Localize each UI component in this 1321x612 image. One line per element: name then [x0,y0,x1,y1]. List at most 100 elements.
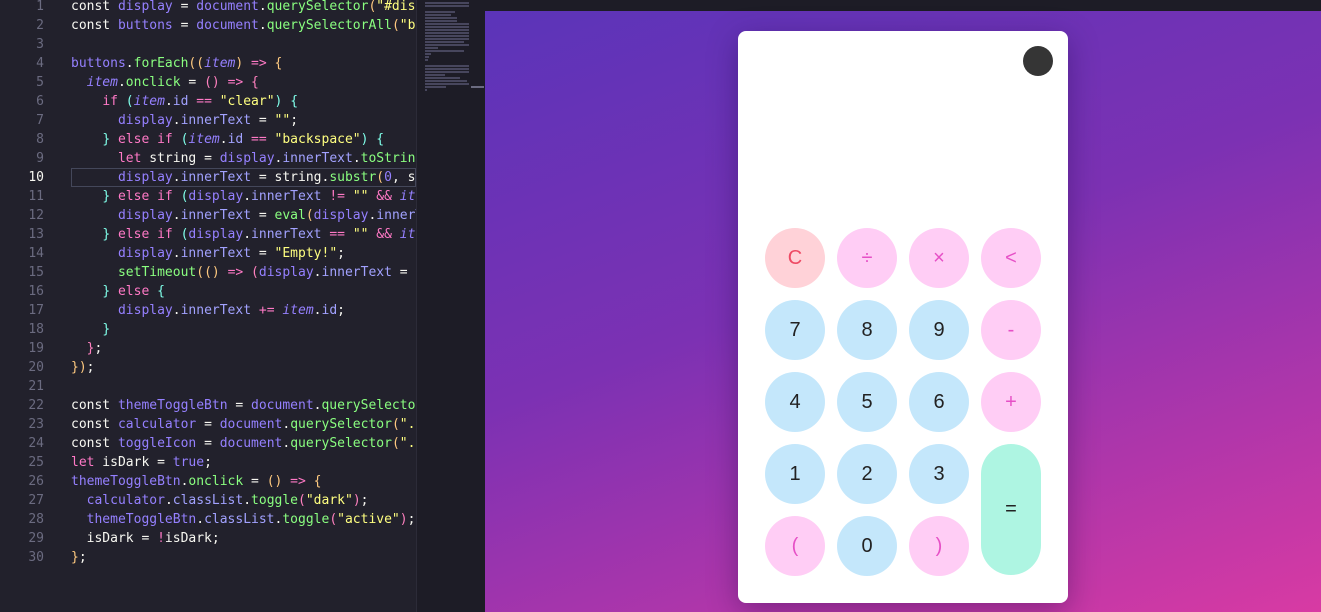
minimap-row [425,74,445,76]
key-backspace-button[interactable]: < [981,228,1041,288]
minimap-slider[interactable] [471,86,484,88]
code-line[interactable]: 17 display.innerText += item.id; [0,301,416,320]
code-line[interactable]: 2 const buttons = document.querySelectorA… [0,16,416,35]
key-0-button[interactable]: 0 [837,516,897,576]
code-line[interactable]: 9 let string = display.innerText.toStrin… [0,149,416,168]
code-token: . [164,493,173,508]
key-6-button[interactable]: 6 [909,372,969,432]
code-text: themeToggleBtn.classList.toggle("active"… [71,510,416,529]
code-token: => [227,265,244,280]
code-text: } else if (display.innerText != "" && it… [71,187,416,206]
code-line[interactable]: 25 let isDark = true; [0,453,416,472]
code-token: { [376,132,385,147]
code-token: ) [399,512,408,527]
code-line[interactable]: 11 } else if (display.innerText != "" &&… [0,187,416,206]
key-close-paren-button[interactable]: ) [909,516,969,576]
code-token: . [243,189,252,204]
line-number: 21 [28,379,44,394]
key-7-button[interactable]: 7 [765,300,825,360]
code-line[interactable]: 26 themeToggleBtn.onclick = () => { [0,472,416,491]
code-token: . [282,436,291,451]
code-line[interactable]: 1 const display = document.querySelector(… [0,0,416,16]
code-line[interactable]: 21 [0,377,416,396]
code-line[interactable]: 22 const themeToggleBtn = document.queryS… [0,396,416,415]
key-equals-button[interactable]: = [981,444,1041,575]
code-token: display [219,151,275,166]
line-number: 8 [36,132,44,147]
code-line[interactable]: 20}); [0,358,416,377]
code-token: ( [391,18,400,33]
code-token: ( [125,94,134,109]
code-line[interactable]: 29 isDark = !isDark; [0,529,416,548]
code-token: item [86,75,118,90]
key-2-button[interactable]: 2 [837,444,897,504]
code-line[interactable]: 7 display.innerText = ""; [0,111,416,130]
theme-toggle-button[interactable] [1023,46,1053,76]
code-line[interactable]: 6 if (item.id == "clear") { [0,92,416,111]
code-token: document [196,18,259,33]
key-open-paren-button[interactable]: ( [765,516,825,576]
code-line[interactable]: 18 } [0,320,416,339]
code-line[interactable]: 30}; [0,548,416,567]
code-line[interactable]: 27 calculator.classList.toggle("dark"); [0,491,416,510]
code-token: = [196,417,220,432]
code-token: () [204,75,220,90]
code-line[interactable]: 16 } else { [0,282,416,301]
key-subtract-button[interactable]: - [981,300,1041,360]
code-token: id [321,303,338,318]
key-divide-button[interactable]: ÷ [837,228,897,288]
code-line[interactable]: 24 const toggleIcon = document.querySelec… [0,434,416,453]
key-5-button[interactable]: 5 [837,372,897,432]
key-multiply-button[interactable]: × [909,228,969,288]
code-token: } [102,189,111,204]
code-line[interactable]: 15 setTimeout(() => (display.innerText =… [0,263,416,282]
line-number: 2 [36,18,44,33]
code-line[interactable]: 28 themeToggleBtn.classList.toggle("acti… [0,510,416,529]
code-line[interactable]: 4 buttons.forEach((item) => { [0,54,416,73]
code-token: isDark; [164,531,220,546]
code-token: item [282,303,314,318]
line-number: 22 [28,398,44,413]
code-token: themeToggleBtn [71,474,181,489]
code-token: } [102,284,111,299]
line-number: 28 [28,512,44,527]
code-token: ; [94,341,103,356]
code-token: ".c [399,417,416,432]
code-token: buttons [71,56,126,71]
code-token: = string. [251,170,330,185]
code-line[interactable]: 8 } else if (item.id == "backspace") { [0,130,416,149]
minimap-row [425,5,469,7]
code-token: display [117,113,173,128]
key-1-button[interactable]: 1 [765,444,825,504]
code-token: isDark = [71,531,158,546]
key-4-button[interactable]: 4 [765,372,825,432]
code-line[interactable]: 13 } else if (display.innerText == "" &&… [0,225,416,244]
minimap-row [425,83,469,85]
key-3-button[interactable]: 3 [909,444,969,504]
key-clear-button[interactable]: C [765,228,825,288]
code-text: display.innerText += item.id; [71,301,416,320]
key-add-button[interactable]: + [981,372,1041,432]
code-token: if [102,94,118,109]
code-token: ( [251,265,259,280]
code-line[interactable]: 19 }; [0,339,416,358]
code-token: toggle [251,493,299,508]
code-line[interactable]: 5 item.onclick = () => { [0,73,416,92]
minimap[interactable] [416,0,485,612]
key-8-button[interactable]: 8 [837,300,897,360]
key-9-button[interactable]: 9 [909,300,969,360]
code-line[interactable]: 3 [0,35,416,54]
code-line[interactable]: 14 display.innerText = "Empty!"; [0,244,416,263]
code-line[interactable]: 12 display.innerText = eval(display.inne… [0,206,416,225]
code-line[interactable]: 23 const calculator = document.querySelec… [0,415,416,434]
code-token: isDark = [94,455,173,470]
code-editor[interactable]: 1 const display = document.querySelector(… [0,0,416,612]
line-number: 7 [36,113,44,128]
code-line[interactable]: 10 display.innerText = string.substr(0, … [0,168,416,187]
code-token: "clear" [219,94,275,109]
